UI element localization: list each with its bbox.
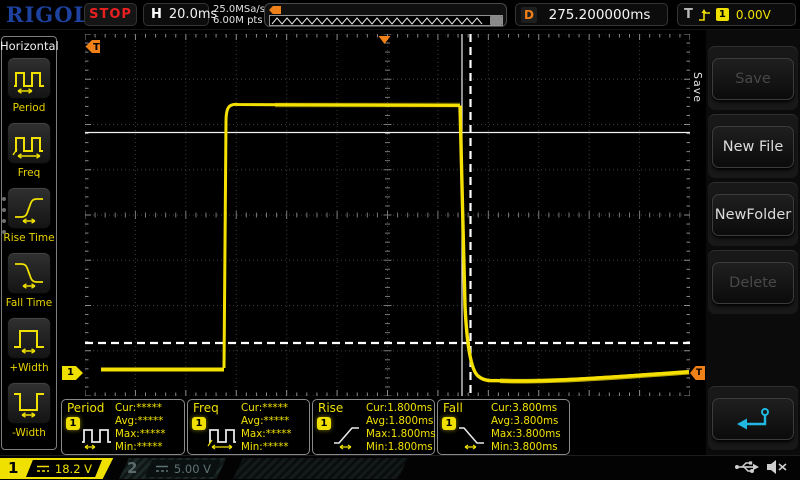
new-file-button[interactable]: New File xyxy=(712,126,794,168)
menu-scroll-dot xyxy=(2,219,6,223)
source-badge: 1 xyxy=(66,417,80,430)
graticule-svg: T xyxy=(85,34,690,396)
menu-scroll-dot xyxy=(2,197,6,201)
menu-scroll-dot xyxy=(2,230,6,234)
pos-width-icon[interactable] xyxy=(7,317,51,359)
dc-coupling-icon xyxy=(155,464,169,473)
source-badge: 1 xyxy=(192,417,206,430)
channel2-status[interactable]: 2 5.00 V xyxy=(119,458,231,479)
top-status-bar: RIGOL STOP H 20.0ms 25.0MSa/s 6.00M pts … xyxy=(0,0,800,30)
menu-scroll-dot xyxy=(2,208,6,212)
freq-icon[interactable] xyxy=(7,122,51,164)
channel1-offset-marker[interactable]: 1 xyxy=(62,366,83,380)
run-state-indicator: STOP xyxy=(84,3,137,26)
memory-depth: 6.00M pts xyxy=(213,15,265,26)
measure-panel-rise: Rise 1 Cur:1.800ms Avg:1.800ms Max:1.800… xyxy=(312,399,435,455)
memory-window xyxy=(269,15,503,26)
trigger-box[interactable]: T 1 0.00V xyxy=(677,3,796,26)
trigger-time-offscreen-marker: T xyxy=(86,40,101,53)
freq-meas-icon xyxy=(207,420,239,450)
delay-box[interactable]: D 275.200000ms xyxy=(515,3,668,26)
measure-panel-fall: Fall 1 Cur:3.800ms Avg:3.800ms Max:3.800… xyxy=(437,399,570,455)
delete-button[interactable]: Delete xyxy=(712,262,794,304)
waveform-display: T xyxy=(85,34,690,396)
channel1-status[interactable]: 1 18.2 V xyxy=(0,458,118,479)
trigger-memory-position-icon xyxy=(269,6,281,14)
channel2-scale: 5.00 V xyxy=(145,460,221,477)
usb-icon xyxy=(734,459,760,475)
speaker-muted-icon xyxy=(766,459,788,475)
measure-panel-period: Period 1 Cur:***** Avg:***** Max:***** M… xyxy=(61,399,185,455)
memory-waveform-preview[interactable] xyxy=(264,3,507,27)
measure-panel-freq: Freq 1 Cur:***** Avg:***** Max:***** Min… xyxy=(187,399,310,455)
channel-status-bar: 1 18.2 V 2 5.00 V xyxy=(0,455,800,480)
channel1-trace-noise2 xyxy=(500,372,689,381)
save-button[interactable]: Save xyxy=(712,58,794,100)
back-button[interactable] xyxy=(712,398,794,440)
svg-text:T: T xyxy=(93,42,100,53)
preview-zigzag xyxy=(271,16,491,25)
window-handle[interactable] xyxy=(490,16,502,25)
channel1-scale: 18.2 V xyxy=(26,460,102,477)
timebase-box[interactable]: H 20.0ms xyxy=(143,3,209,26)
period-meas-icon xyxy=(81,420,113,450)
horizontal-label: H xyxy=(151,7,162,22)
menu-tab-save: Save xyxy=(691,72,704,103)
rise-meas-icon xyxy=(332,420,364,450)
period-icon[interactable] xyxy=(7,57,51,99)
channel2-number: 2 xyxy=(127,459,137,477)
delay-value: 275.200000ms xyxy=(537,7,662,23)
channel1-number: 1 xyxy=(8,459,18,477)
acquisition-info: 25.0MSa/s 6.00M pts xyxy=(213,4,265,26)
timebase-value: 20.0ms xyxy=(169,7,217,22)
neg-width-icon[interactable] xyxy=(7,382,51,424)
return-arrow-icon xyxy=(733,405,773,433)
channel1-trace-high xyxy=(224,104,460,368)
source-badge: 1 xyxy=(317,417,331,430)
rise-time-icon[interactable] xyxy=(7,187,51,229)
fall-time-icon[interactable] xyxy=(7,252,51,294)
rigol-logo: RIGOL xyxy=(6,2,89,27)
new-folder-button[interactable]: NewFolder xyxy=(712,194,794,236)
channel-strip xyxy=(233,458,408,479)
channel1-trace-fall xyxy=(460,106,689,382)
fall-meas-icon xyxy=(457,420,489,450)
source-badge: 1 xyxy=(442,417,456,430)
rising-edge-icon xyxy=(698,8,711,22)
gridlines xyxy=(85,34,690,396)
trigger-level-value: 0.00V xyxy=(736,8,771,22)
delay-label: D xyxy=(521,7,537,23)
trigger-source-badge: 1 xyxy=(716,8,729,21)
sample-rate: 25.0MSa/s xyxy=(213,4,265,15)
dc-coupling-icon xyxy=(36,464,50,473)
trigger-label: T xyxy=(684,7,693,22)
trigger-level-marker[interactable]: T xyxy=(690,366,705,380)
oscilloscope-screen: RIGOL STOP H 20.0ms 25.0MSa/s 6.00M pts … xyxy=(0,0,800,480)
menu-title: Horizontal xyxy=(0,39,58,53)
